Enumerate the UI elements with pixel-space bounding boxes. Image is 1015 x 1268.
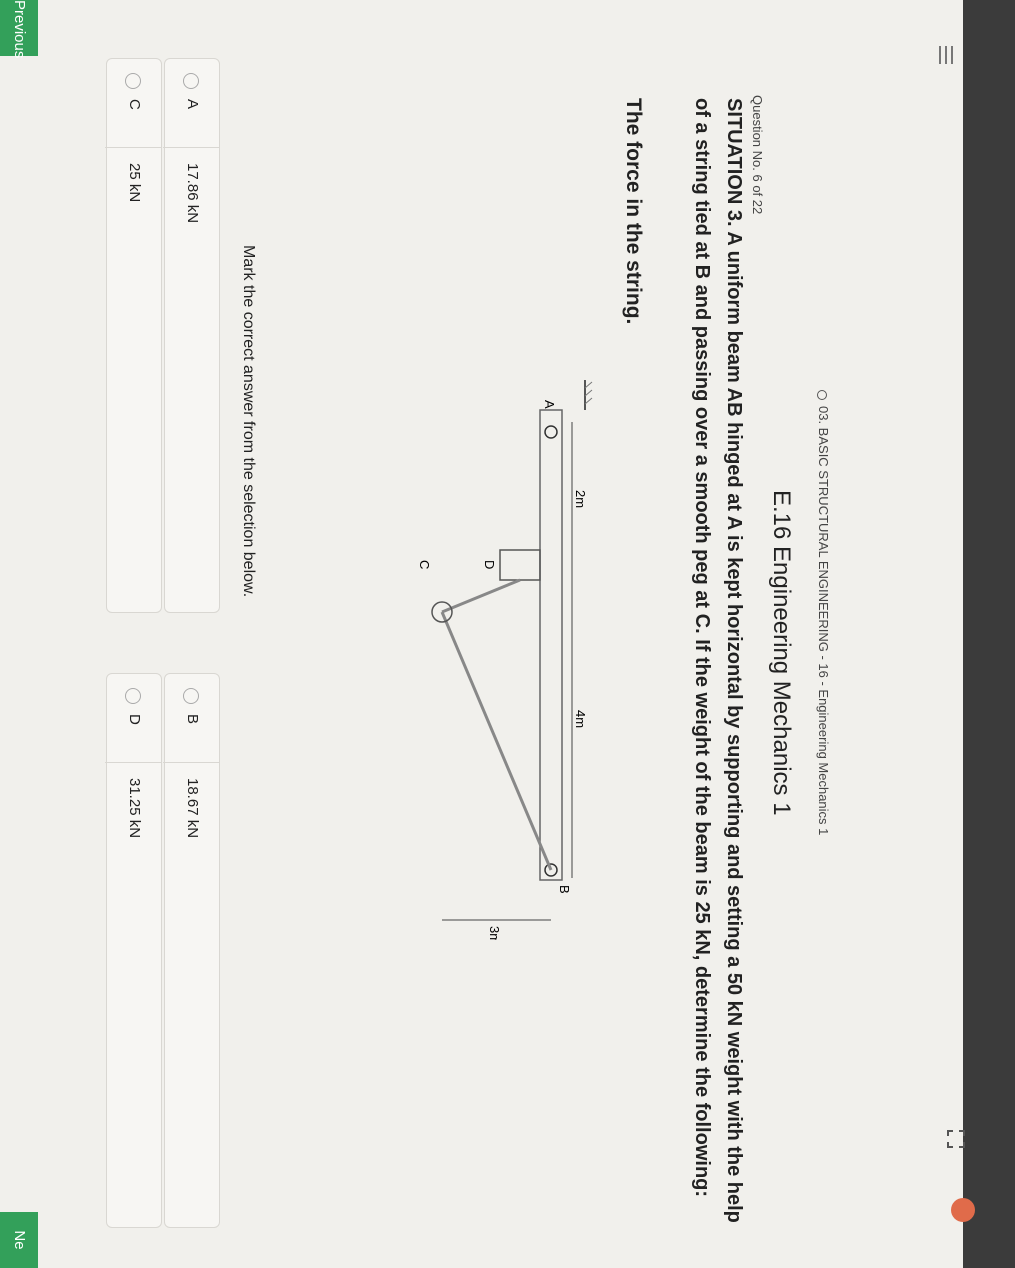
option-d[interactable]: D 31.25 kN xyxy=(105,673,162,1228)
menu-icon[interactable] xyxy=(935,46,957,64)
radio-icon[interactable] xyxy=(183,688,199,704)
course-title: E.16 Engineering Mechanics 1 xyxy=(768,490,795,816)
option-c[interactable]: C 25 kN xyxy=(105,58,162,613)
string-bc xyxy=(440,611,553,871)
previous-button[interactable]: Previous xyxy=(0,0,38,58)
breadcrumb-text: 03. BASIC STRUCTURAL ENGINEERING - 16 - … xyxy=(816,406,831,836)
weight-block xyxy=(499,549,541,581)
dim-2m: 2m xyxy=(573,490,588,508)
option-letter: B xyxy=(184,714,201,725)
dim-4m: 4m xyxy=(573,710,588,728)
option-a[interactable]: A 17.86 kN xyxy=(163,58,220,613)
footer: Previous Ne xyxy=(0,0,38,1268)
page: 03. BASIC STRUCTURAL ENGINEERING - 16 - … xyxy=(0,0,1015,1268)
label-c: C xyxy=(417,560,432,569)
answer-instruction: Mark the correct answer from the selecti… xyxy=(240,245,257,598)
radio-icon[interactable] xyxy=(125,688,141,704)
radio-icon[interactable] xyxy=(125,73,141,89)
option-value: 25 kN xyxy=(126,163,143,203)
option-value: 31.25 kN xyxy=(126,778,143,839)
next-button[interactable]: Ne xyxy=(0,1212,38,1268)
option-divider xyxy=(105,147,161,148)
beam-ab xyxy=(539,409,563,881)
breadcrumb: 03. BASIC STRUCTURAL ENGINEERING - 16 - … xyxy=(816,390,831,835)
string-d xyxy=(441,578,521,614)
screen: 03. BASIC STRUCTURAL ENGINEERING - 16 - … xyxy=(0,0,1015,1268)
top-bar xyxy=(963,0,1015,1268)
option-divider xyxy=(163,762,219,763)
dim-3m: 3m xyxy=(487,926,502,940)
option-b[interactable]: B 18.67 kN xyxy=(163,673,220,1228)
label-d: D xyxy=(482,560,497,569)
option-value: 17.86 kN xyxy=(184,163,201,224)
option-value: 18.67 kN xyxy=(184,778,201,839)
avatar[interactable] xyxy=(951,1198,975,1222)
question-number: Question No. 6 of 22 xyxy=(750,95,765,215)
expand-icon[interactable] xyxy=(947,1130,965,1148)
label-a: A xyxy=(542,400,557,409)
option-letter: D xyxy=(126,714,143,725)
option-letter: C xyxy=(126,99,143,110)
beam-diagram: A B C D 2m 4m 3m xyxy=(417,380,593,940)
wall-hatch xyxy=(584,380,593,405)
option-letter: A xyxy=(184,99,201,110)
question-situation: SITUATION 3. A uniform beam AB hinged at… xyxy=(691,98,745,1223)
label-b: B xyxy=(557,885,572,894)
radio-icon[interactable] xyxy=(183,73,199,89)
option-divider xyxy=(105,762,161,763)
question-prompt: The force in the string. xyxy=(622,98,645,325)
hinge-a xyxy=(544,425,558,439)
option-divider xyxy=(163,147,219,148)
breadcrumb-dot-icon xyxy=(817,390,828,400)
